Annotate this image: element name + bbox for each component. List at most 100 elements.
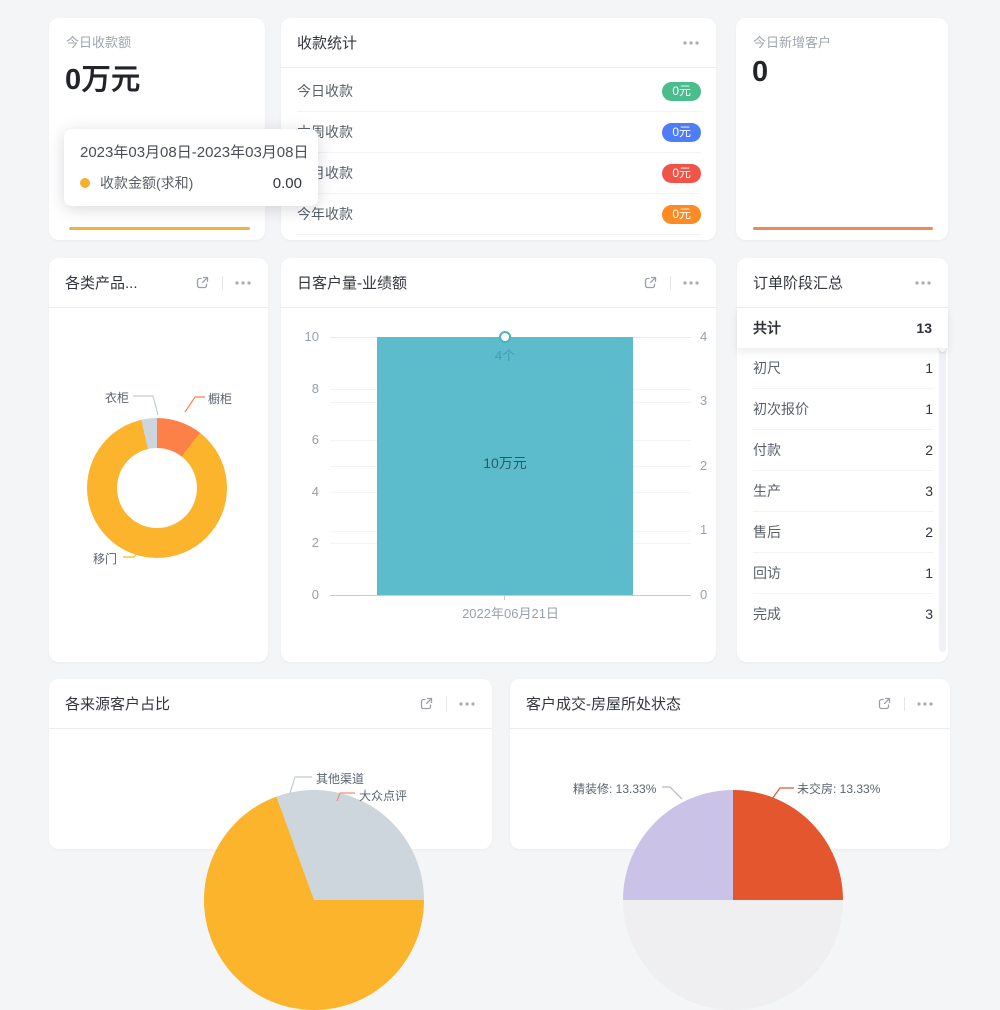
donut-chart	[87, 418, 227, 558]
bar-value-label: 10万元	[377, 453, 633, 473]
chart-tooltip: 2023年03月08日-2023年03月08日 收款金额(求和) 0.00	[64, 129, 318, 206]
right-axis-tick: 0	[700, 587, 707, 602]
left-axis-tick: 8	[281, 381, 319, 396]
stage-row: 完成 3	[753, 594, 933, 634]
pie-label-dianping: 大众点评	[359, 787, 407, 804]
stage-label: 完成	[753, 604, 925, 624]
card-deal-pie: 客户成交-房屋所处状态 精装修: 13.33% 未交房: 13.33%	[510, 679, 950, 849]
more-icon[interactable]	[682, 274, 700, 292]
card-title: 客户成交-房屋所处状态	[526, 693, 875, 714]
stat-row: 本周收款 0元	[297, 112, 701, 153]
sparkline-flat	[753, 227, 933, 230]
more-icon[interactable]	[916, 695, 934, 713]
card-today-collection: 今日收款额 0万元 2023年03月08日-2023年03月08日 收款金额(求…	[49, 18, 265, 240]
stat-label: 本周收款	[297, 122, 662, 142]
tooltip-series-value: 0.00	[273, 175, 302, 192]
card-title: 订单阶段汇总	[753, 272, 914, 293]
stat-label: 今日收款	[297, 81, 662, 101]
divider	[222, 276, 223, 290]
stage-label: 售后	[753, 522, 925, 542]
point-value-label: 4个	[377, 345, 633, 364]
card-order-stages: 订单阶段汇总 共计 13 初尺 1 初次报价 1 付款 2 生产 3 售后	[737, 258, 948, 662]
stage-value: 1	[925, 401, 933, 417]
stage-row-total: 共计 13	[737, 308, 948, 348]
status-badge: 0元	[662, 82, 701, 101]
stage-value: 1	[925, 565, 933, 581]
stat-row: 今年收款 0元	[297, 194, 701, 235]
status-badge: 0元	[662, 164, 701, 183]
stage-label: 初次报价	[753, 399, 925, 419]
stage-label: 初尺	[753, 358, 925, 378]
card-title: 各来源客户占比	[65, 693, 417, 714]
bar-chart-plot: 10万元 4个 2022年06月21日	[330, 337, 691, 595]
card-title: 各类产品...	[65, 272, 193, 293]
stage-row: 回访 1	[753, 553, 933, 594]
divider	[670, 276, 671, 290]
scrollbar-track	[939, 310, 946, 652]
more-icon[interactable]	[682, 34, 700, 52]
stage-label: 回访	[753, 563, 925, 583]
pie-label-not-delivered: 未交房: 13.33%	[797, 780, 880, 797]
left-axis-tick: 0	[281, 587, 319, 602]
stage-row: 初尺 1	[753, 348, 933, 389]
right-axis-tick: 4	[700, 329, 707, 344]
stage-value: 2	[925, 524, 933, 540]
donut-hole	[117, 448, 197, 528]
kpi-label: 今日收款额	[66, 32, 131, 51]
card-source-pie: 各来源客户占比 其他渠道 大众点评	[49, 679, 492, 849]
more-icon[interactable]	[914, 274, 932, 292]
status-badge: 0元	[662, 205, 701, 224]
expand-icon[interactable]	[875, 695, 893, 713]
stage-value: 2	[925, 442, 933, 458]
divider	[446, 697, 447, 711]
right-axis-tick: 1	[700, 522, 707, 537]
pie-label-other-channel: 其他渠道	[316, 770, 364, 787]
deal-pie-chart	[623, 790, 843, 1010]
card-daily-bar-chart: 日客户量-业绩额 10 8 6 4 2 0 4 3 2 1 0	[281, 258, 716, 662]
expand-icon[interactable]	[417, 695, 435, 713]
source-pie-chart	[204, 790, 424, 1010]
donut-label-wardrobe: 衣柜	[105, 389, 129, 406]
left-axis-tick: 6	[281, 432, 319, 447]
tooltip-series-label: 收款金额(求和)	[100, 173, 193, 193]
stat-label: 本月收款	[297, 163, 662, 183]
tooltip-date-range: 2023年03月08日-2023年03月08日	[80, 141, 302, 162]
x-axis-label: 2022年06月21日	[330, 603, 691, 622]
pie-label-refined-decoration: 精装修: 13.33%	[573, 780, 656, 797]
status-badge: 0元	[662, 123, 701, 142]
stage-label: 付款	[753, 440, 925, 460]
kpi-value: 0万元	[65, 56, 141, 98]
stage-row: 初次报价 1	[753, 389, 933, 430]
more-icon[interactable]	[234, 274, 252, 292]
expand-icon[interactable]	[193, 274, 211, 292]
stage-label: 共计	[753, 318, 916, 338]
stage-row: 付款 2	[753, 430, 933, 471]
donut-label-slidingdoor: 移门	[93, 550, 117, 567]
stat-row: 今日收款 0元	[297, 71, 701, 112]
stage-row: 生产 3	[753, 471, 933, 512]
card-collection-stats: 收款统计 今日收款 0元 本周收款 0元 本月收款 0元 今年收款 0元	[281, 18, 716, 240]
stage-label: 生产	[753, 481, 925, 501]
card-product-donut: 各类产品... 衣柜 橱柜 移门	[49, 258, 268, 662]
stat-row: 本月收款 0元	[297, 153, 701, 194]
left-axis-tick: 10	[281, 329, 319, 344]
card-title: 收款统计	[297, 32, 682, 53]
donut-label-cabinet: 橱柜	[208, 390, 232, 407]
stage-value: 13	[916, 320, 932, 336]
stage-row: 售后 2	[753, 512, 933, 553]
card-title: 日客户量-业绩额	[297, 272, 641, 293]
right-axis-tick: 2	[700, 458, 707, 473]
stage-value: 1	[925, 360, 933, 376]
kpi-value: 0	[752, 56, 769, 89]
sparkline-flat	[69, 227, 250, 230]
divider	[904, 697, 905, 711]
x-axis-tick	[504, 595, 505, 600]
stat-label: 今年收款	[297, 204, 662, 224]
stage-value: 3	[925, 483, 933, 499]
line-series-point	[499, 331, 511, 343]
stage-value: 3	[925, 606, 933, 622]
more-icon[interactable]	[458, 695, 476, 713]
series-dot-icon	[80, 178, 90, 188]
right-axis-tick: 3	[700, 393, 707, 408]
expand-icon[interactable]	[641, 274, 659, 292]
